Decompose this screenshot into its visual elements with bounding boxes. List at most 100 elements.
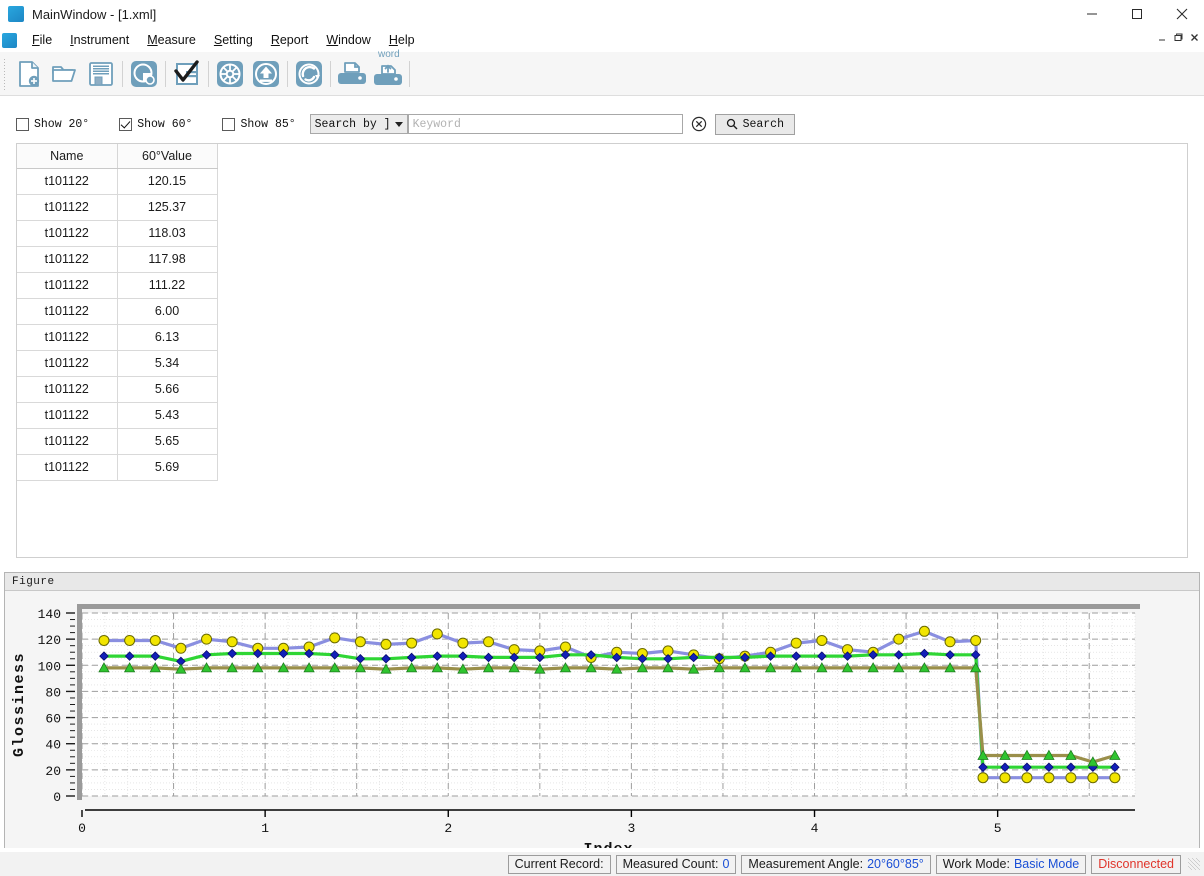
cell-name: t101122 [17,376,117,402]
table-row[interactable]: t101122125.37 [17,194,217,220]
cell-value: 111.22 [117,272,217,298]
cell-value: 6.13 [117,324,217,350]
table-row[interactable]: t1011226.00 [17,298,217,324]
connection-status-text: Disconnected [1098,857,1174,871]
work-mode-label: Work Mode: [943,857,1010,871]
title-bar: MainWindow - [1.xml] [0,0,1204,28]
search-button[interactable]: Search [715,114,795,135]
records-table-area[interactable]: Name 60°Value t101122120.15t101122125.37… [16,143,1188,558]
table-row[interactable]: t101122111.22 [17,272,217,298]
standard-icon[interactable] [212,55,248,93]
table-row[interactable]: t1011226.13 [17,324,217,350]
toolbar-grip[interactable] [2,57,8,91]
show-20-checkbox[interactable]: Show 20° [16,118,89,131]
menu-item-report[interactable]: Report [262,30,318,50]
cell-name: t101122 [17,324,117,350]
svg-text:5: 5 [994,821,1002,836]
menu-item-help[interactable]: Help [380,30,424,50]
table-row[interactable]: t101122118.03 [17,220,217,246]
word-badge-label: word [378,49,400,60]
glossiness-chart: 020406080100120140Glossiness012345Index [5,591,1199,848]
column-header-value[interactable]: 60°Value [117,144,217,168]
maximize-button[interactable] [1114,0,1159,28]
search-input[interactable] [408,114,683,134]
svg-text:0: 0 [53,790,61,805]
print-word-icon[interactable]: word [370,55,406,93]
app-logo-icon [8,6,24,22]
menu-bar: File Instrument Measure Setting Report W… [0,28,1204,52]
minimize-button[interactable] [1069,0,1114,28]
cell-value: 5.34 [117,350,217,376]
cell-name: t101122 [17,454,117,480]
window-title: MainWindow - [1.xml] [32,7,156,22]
check-measure-icon[interactable] [169,55,205,93]
upload-icon[interactable] [248,55,284,93]
status-current-record: Current Record: [508,855,611,874]
cell-value: 5.66 [117,376,217,402]
sync-icon[interactable] [291,55,327,93]
cell-value: 117.98 [117,246,217,272]
menu-item-window[interactable]: Window [317,30,379,50]
table-row[interactable]: t1011225.43 [17,402,217,428]
cell-value: 5.69 [117,454,217,480]
checkbox-box-60[interactable] [119,118,132,131]
svg-text:3: 3 [627,821,635,836]
measurement-angle-label: Measurement Angle: [748,857,863,871]
show-60-checkbox[interactable]: Show 60° [119,118,192,131]
svg-text:140: 140 [38,607,61,622]
close-button[interactable] [1159,0,1204,28]
cell-value: 6.00 [117,298,217,324]
toolbar-separator [409,61,410,87]
svg-text:60: 60 [45,712,61,727]
table-row[interactable]: t101122120.15 [17,168,217,194]
cell-name: t101122 [17,350,117,376]
clear-circle-icon[interactable] [689,114,709,134]
mdi-restore-button[interactable] [1171,30,1186,45]
svg-text:40: 40 [45,738,61,753]
mdi-close-button[interactable] [1187,30,1202,45]
search-by-dropdown[interactable]: Search by ] [310,114,408,134]
table-header-row: Name 60°Value [17,144,217,168]
column-header-name[interactable]: Name [17,144,117,168]
cell-name: t101122 [17,168,117,194]
svg-text:Index: Index [583,841,633,848]
cell-value: 5.65 [117,428,217,454]
cell-name: t101122 [17,246,117,272]
table-row[interactable]: t1011225.66 [17,376,217,402]
chevron-down-icon [395,122,403,127]
svg-text:4: 4 [811,821,819,836]
mdi-minimize-button[interactable] [1155,30,1170,45]
figure-panel: Figure 020406080100120140Glossiness01234… [4,572,1200,848]
magnifier-icon [726,118,738,130]
checkbox-box-20[interactable] [16,118,29,131]
show-85-checkbox[interactable]: Show 85° [222,118,295,131]
checkbox-box-85[interactable] [222,118,235,131]
menu-item-measure[interactable]: Measure [138,30,205,50]
menu-item-instrument[interactable]: Instrument [61,30,138,50]
open-folder-icon[interactable] [47,55,83,93]
print-icon[interactable] [334,55,370,93]
cell-name: t101122 [17,220,117,246]
status-measurement-angle: Measurement Angle: 20°60°85° [741,855,930,874]
svg-text:1: 1 [261,821,269,836]
mdi-window-controls [1155,30,1202,45]
cell-value: 118.03 [117,220,217,246]
mdi-app-icon[interactable] [2,33,17,48]
calibrate-icon[interactable] [126,55,162,93]
menu-item-file[interactable]: File [23,30,61,50]
table-row[interactable]: t1011225.69 [17,454,217,480]
cell-name: t101122 [17,194,117,220]
save-floppy-icon[interactable] [83,55,119,93]
resize-grip[interactable] [1188,858,1200,870]
chart-canvas[interactable]: 020406080100120140Glossiness012345Index [5,591,1199,848]
toolbar-separator [165,61,166,87]
show-85-label: Show 85° [240,118,295,131]
table-row[interactable]: t1011225.65 [17,428,217,454]
menu-item-setting[interactable]: Setting [205,30,262,50]
table-row[interactable]: t1011225.34 [17,350,217,376]
table-body: t101122120.15t101122125.37t101122118.03t… [17,168,217,480]
table-row[interactable]: t101122117.98 [17,246,217,272]
cell-value: 125.37 [117,194,217,220]
search-by-label: Search by ] [315,118,391,131]
new-file-icon[interactable] [11,55,47,93]
